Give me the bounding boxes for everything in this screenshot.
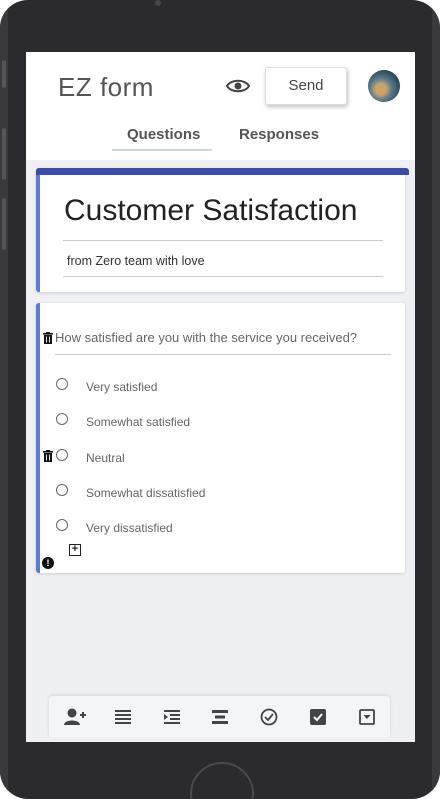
divider — [55, 354, 391, 355]
add-user-icon[interactable] — [64, 707, 86, 727]
option-label[interactable]: Neutral — [86, 451, 125, 465]
question-text-input[interactable]: How satisfied are you with the service y… — [55, 330, 357, 345]
radio-button[interactable] — [56, 519, 68, 531]
dropdown-icon[interactable] — [356, 707, 378, 727]
option-label[interactable]: Somewhat satisfied — [86, 415, 190, 429]
radio-button[interactable] — [56, 484, 68, 496]
phone-volume-down — [2, 198, 6, 250]
phone-speaker — [155, 0, 161, 6]
send-button[interactable]: Send — [265, 67, 347, 105]
phone-home-button[interactable] — [190, 762, 254, 799]
radio-button[interactable] — [56, 378, 68, 390]
question-card[interactable]: How satisfied are you with the service y… — [36, 303, 405, 573]
phone-side-button — [2, 60, 6, 88]
form-title-input[interactable]: Customer Satisfaction — [64, 194, 357, 228]
question-type-toolbar — [49, 696, 390, 738]
short-text-icon[interactable] — [209, 707, 231, 727]
phone-volume-up — [2, 128, 6, 180]
app-screen: EZ form Send Questions Responses Custome… — [26, 52, 415, 742]
delete-question-icon[interactable] — [42, 332, 54, 344]
active-tab-indicator — [112, 149, 212, 151]
tab-responses[interactable]: Responses — [239, 126, 319, 143]
paragraph-icon[interactable] — [112, 707, 134, 727]
phone-edge-right — [432, 0, 440, 799]
delete-option-icon[interactable] — [42, 450, 54, 462]
info-icon[interactable]: ! — [42, 557, 54, 569]
divider — [63, 276, 383, 277]
radio-button[interactable] — [56, 413, 68, 425]
app-header: EZ form Send Questions Responses — [26, 52, 415, 160]
phone-frame: EZ form Send Questions Responses Custome… — [0, 0, 440, 799]
add-option-icon[interactable]: + — [69, 544, 81, 556]
checkbox-icon[interactable] — [307, 707, 329, 727]
eye-icon[interactable] — [226, 76, 250, 96]
app-logo: EZ form — [58, 72, 154, 102]
radio-button[interactable] — [56, 449, 68, 461]
option-label[interactable]: Very dissatisfied — [86, 521, 173, 535]
phone-edge-left — [0, 0, 8, 799]
title-card-accent-bar — [36, 168, 409, 175]
tab-questions[interactable]: Questions — [127, 126, 200, 143]
option-label[interactable]: Somewhat dissatisfied — [86, 486, 205, 500]
form-title-card: Customer Satisfaction from Zero team wit… — [36, 168, 409, 292]
form-description-input[interactable]: from Zero team with love — [67, 254, 205, 268]
option-label[interactable]: Very satisfied — [86, 380, 157, 394]
divider — [63, 240, 383, 241]
avatar[interactable] — [368, 70, 400, 102]
check-circle-icon[interactable] — [258, 707, 280, 727]
indent-icon[interactable] — [161, 707, 183, 727]
